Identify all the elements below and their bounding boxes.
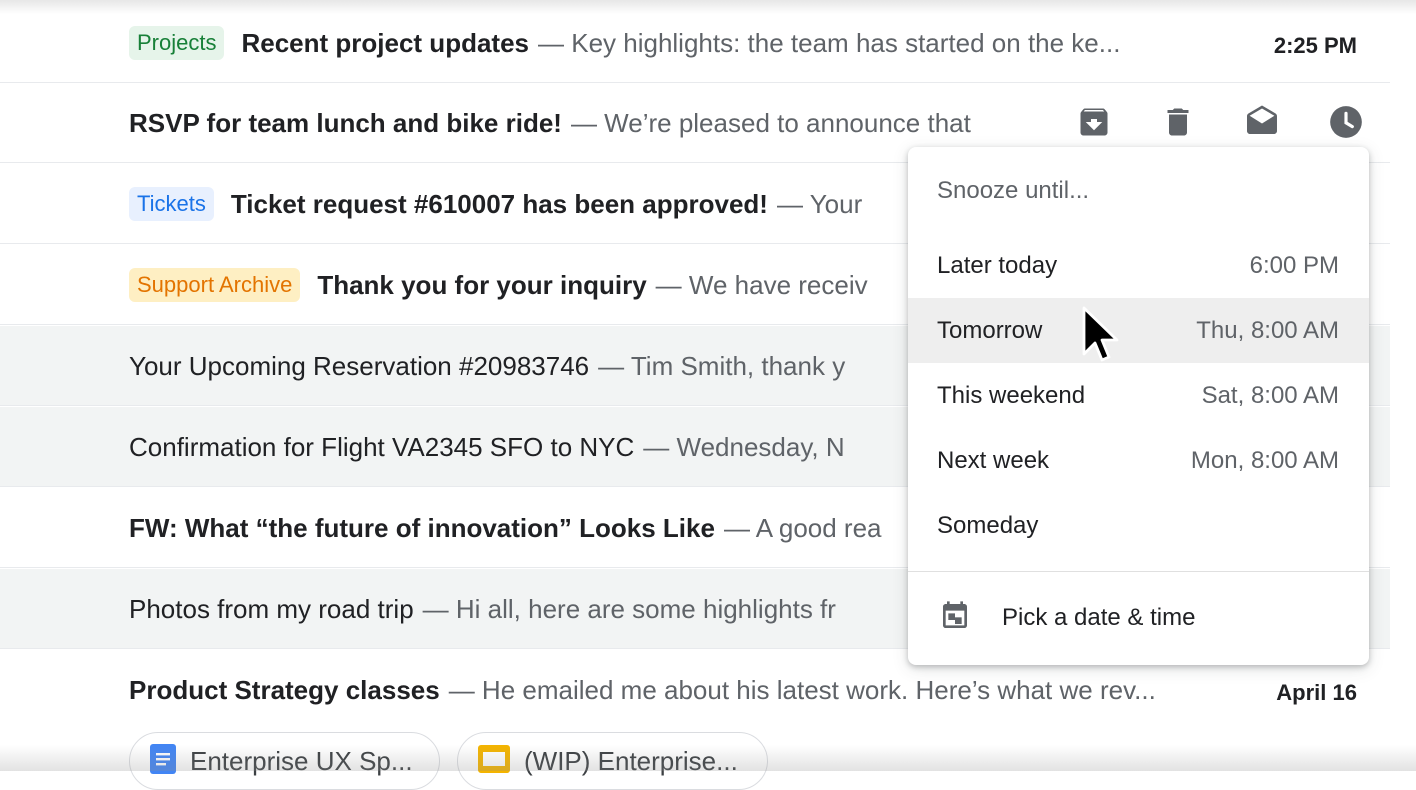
snooze-option-next-week[interactable]: Next week Mon, 8:00 AM (908, 428, 1369, 493)
snooze-option-tomorrow[interactable]: Tomorrow Thu, 8:00 AM (908, 298, 1369, 363)
email-snippet: — Your (776, 188, 863, 219)
calendar-icon (939, 600, 971, 637)
label-chip-projects[interactable]: Projects (129, 26, 225, 60)
email-date: 2:25 PM (1273, 33, 1357, 58)
email-row-content: RSVP for team lunch and bike ride! — We’… (129, 83, 971, 162)
snooze-option-time: 6:00 PM (1249, 251, 1339, 279)
mark-as-read-icon (1244, 104, 1280, 145)
email-snippet: — Tim Smith, thank y (598, 350, 846, 381)
snooze-option-time: Sat, 8:00 AM (1201, 381, 1339, 409)
archive-icon (1076, 104, 1112, 145)
email-snippet: — Key highlights: the team has started o… (538, 27, 1121, 58)
pick-date-time-label: Pick a date & time (1002, 604, 1196, 631)
mouse-cursor-icon (1082, 306, 1122, 377)
email-snippet: — He emailed me about his latest work. H… (448, 674, 1156, 705)
snooze-menu-title: Snooze until... (937, 177, 1090, 204)
email-subject: Your Upcoming Reservation #20983746 (129, 350, 590, 381)
email-row[interactable]: Projects Recent project updates — Key hi… (0, 3, 1390, 83)
snooze-option-time: Thu, 8:00 AM (1196, 316, 1339, 344)
snooze-option-label: Next week (937, 446, 1050, 474)
email-snippet: — Wednesday, N (643, 431, 845, 462)
email-snippet: — We have receiv (655, 269, 868, 300)
email-row-content: Projects Recent project updates — Key hi… (129, 3, 1121, 82)
email-subject: RSVP for team lunch and bike ride! (129, 107, 562, 138)
label-chip-tickets[interactable]: Tickets (129, 187, 214, 221)
snooze-button[interactable] (1316, 100, 1376, 148)
snooze-option-time: Mon, 8:00 AM (1190, 446, 1339, 474)
archive-button[interactable] (1064, 100, 1124, 148)
email-subject: Recent project updates (241, 27, 529, 58)
snooze-option-label: This weekend (937, 381, 1086, 409)
email-subject: Thank you for your inquiry (317, 269, 647, 300)
email-row-content: Photos from my road trip — Hi all, here … (129, 569, 836, 648)
email-subject: Confirmation for Flight VA2345 SFO to NY… (129, 431, 635, 462)
delete-icon (1160, 104, 1196, 145)
email-row-content: Confirmation for Flight VA2345 SFO to NY… (129, 407, 845, 486)
label-chip-support-archive[interactable]: Support Archive (129, 268, 301, 302)
snooze-icon (1327, 103, 1365, 146)
slides-icon (478, 744, 510, 778)
email-row-content: Your Upcoming Reservation #20983746 — Ti… (129, 326, 846, 405)
email-snippet: — A good rea (723, 512, 882, 543)
snooze-option-this-weekend[interactable]: This weekend Sat, 8:00 AM (908, 363, 1369, 428)
email-snippet: — Hi all, here are some highlights fr (422, 593, 836, 624)
email-subject: Photos from my road trip (129, 593, 414, 624)
email-row-content: FW: What “the future of innovation” Look… (129, 488, 882, 567)
snooze-option-later-today[interactable]: Later today 6:00 PM (908, 233, 1369, 298)
email-subject: FW: What “the future of innovation” Look… (129, 512, 715, 543)
email-row-content: Support Archive Thank you for your inqui… (129, 245, 868, 324)
pick-date-time-option[interactable]: Pick a date & time (908, 587, 1369, 649)
snooze-option-label: Someday (937, 511, 1039, 539)
snooze-option-someday[interactable]: Someday (908, 493, 1369, 558)
row-action-bar (1064, 100, 1400, 148)
attachment-name: (WIP) Enterprise... (524, 745, 738, 776)
email-subject: Product Strategy classes (129, 674, 440, 705)
delete-button[interactable] (1148, 100, 1208, 148)
email-snippet: — We’re pleased to announce that (570, 107, 971, 138)
snooze-menu: Snooze until... Later today 6:00 PM Tomo… (908, 147, 1369, 665)
attachment-chip[interactable]: Enterprise UX Sp... (129, 732, 440, 790)
email-subject: Ticket request #610007 has been approved… (230, 188, 768, 219)
attachment-chip[interactable]: (WIP) Enterprise... (457, 732, 768, 790)
snooze-option-label: Tomorrow (937, 316, 1043, 344)
docs-icon (150, 743, 176, 779)
mark-as-read-button[interactable] (1232, 100, 1292, 148)
menu-divider (908, 571, 1369, 572)
email-row-content: Tickets Ticket request #610007 has been … (129, 164, 863, 243)
attachment-name: Enterprise UX Sp... (190, 745, 413, 776)
snooze-option-label: Later today (937, 251, 1058, 279)
